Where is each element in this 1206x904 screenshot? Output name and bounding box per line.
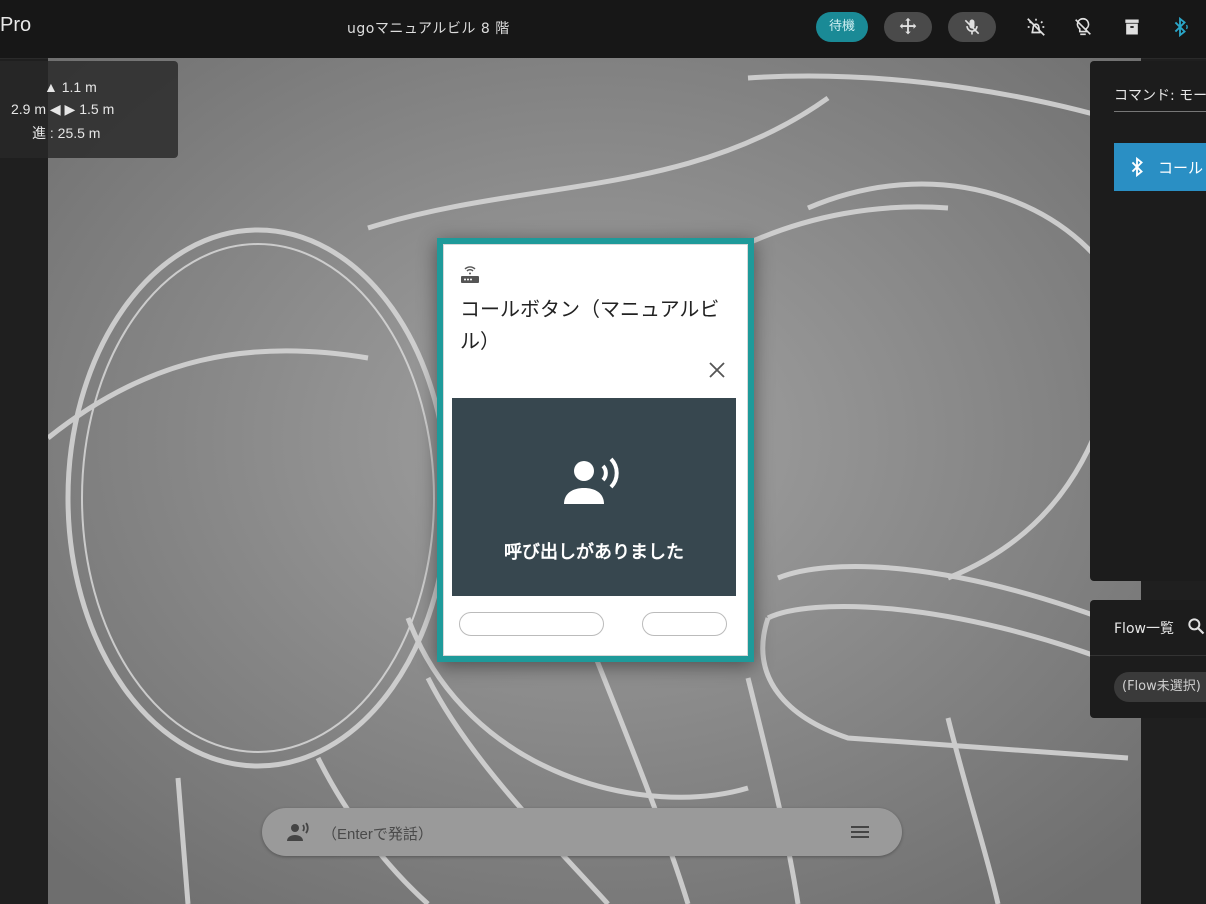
voice-call-icon xyxy=(564,457,619,504)
distance-up: ▲ 1.1 m xyxy=(44,79,97,95)
location-title: ugoマニュアルビル 8 階 xyxy=(347,21,510,37)
distance-sides: 2.9 m ◀ ▶ 1.5 m xyxy=(11,101,115,117)
top-bar: Pro ugoマニュアルビル 8 階 待機 xyxy=(0,0,1206,59)
command-label: コマンド: モー xyxy=(1114,88,1206,104)
mic-toggle-button[interactable] xyxy=(948,12,996,42)
distance-readout: ▲ 1.1 m 2.9 m ◀ ▶ 1.5 m 進 : 25.5 m xyxy=(0,61,178,158)
mic-off-icon xyxy=(964,19,980,35)
call-command-button[interactable]: コール xyxy=(1114,143,1206,191)
call-dialog-body: コールボタン（マニュアルビル） 呼び出しがありました xyxy=(443,244,748,656)
distance-forward: 進 : 25.5 m xyxy=(32,125,101,141)
command-underline xyxy=(1114,111,1206,112)
move-icon xyxy=(899,17,917,35)
flow-select-chip[interactable]: (Flow未選択) xyxy=(1114,672,1206,702)
speech-input[interactable]: （Enterで発話） xyxy=(322,823,433,844)
flow-divider xyxy=(1090,655,1206,656)
move-button[interactable] xyxy=(884,12,932,42)
archive-icon xyxy=(1125,19,1139,35)
close-icon[interactable] xyxy=(706,359,728,381)
flow-panel: Flow一覧 (Flow未選択) xyxy=(1090,600,1206,718)
light-off-button[interactable] xyxy=(1024,15,1048,39)
bulb-off-icon xyxy=(1075,17,1091,36)
call-dialog: コールボタン（マニュアルビル） 呼び出しがありました xyxy=(437,238,754,662)
call-command-label: コール xyxy=(1158,158,1204,177)
search-icon[interactable] xyxy=(1186,616,1206,636)
dialog-title: コールボタン（マニュアルビル） xyxy=(460,297,720,353)
incoming-call-panel: 呼び出しがありました xyxy=(452,398,736,596)
archive-button[interactable] xyxy=(1120,15,1144,39)
command-panel: コマンド: モー コール xyxy=(1090,61,1206,581)
speech-bar[interactable]: （Enterで発話） xyxy=(262,808,902,856)
voice-icon xyxy=(287,822,309,841)
call-message: 呼び出しがありました xyxy=(504,542,684,563)
bluetooth-button[interactable] xyxy=(1168,15,1192,39)
dialog-secondary-button[interactable] xyxy=(459,612,604,636)
status-badge[interactable]: 待機 xyxy=(816,12,868,42)
bluetooth-icon xyxy=(1174,16,1188,38)
bluetooth-icon xyxy=(1131,156,1143,178)
flow-title: Flow一覧 xyxy=(1114,621,1174,637)
menu-icon[interactable] xyxy=(850,822,870,842)
dialog-primary-button[interactable] xyxy=(642,612,727,636)
bulb-off-button[interactable] xyxy=(1071,15,1095,39)
light-off-icon xyxy=(1027,18,1045,36)
app-name: Pro xyxy=(0,14,32,36)
router-icon xyxy=(461,266,479,283)
